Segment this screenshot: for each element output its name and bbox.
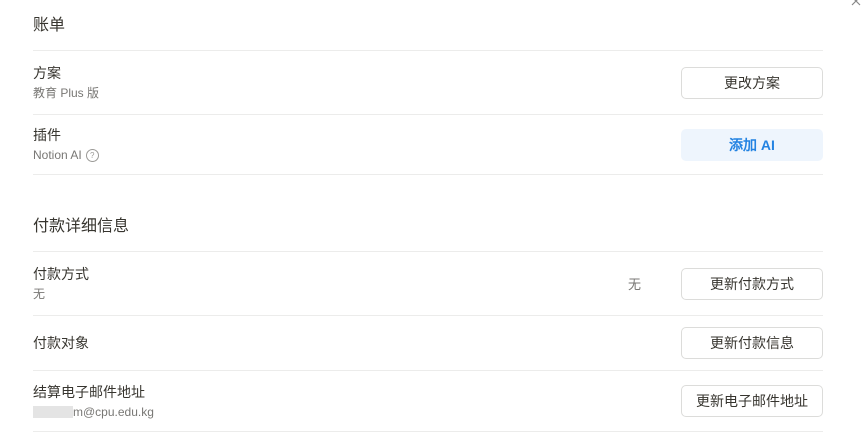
payment-method-value-text: 无 <box>33 287 46 301</box>
addon-row: 插件 Notion AI ? 添加 AI <box>33 115 823 175</box>
addon-actions: 添加 AI <box>681 128 823 161</box>
billing-email-label: 结算电子邮件地址 <box>33 383 145 400</box>
plan-value-text: 教育 Plus 版 <box>33 86 100 100</box>
billing-settings-page: 账单 方案 教育 Plus 版 更改方案 插件 Notion AI ? 添加 A… <box>0 0 867 440</box>
plan-row: 方案 教育 Plus 版 更改方案 <box>33 51 823 115</box>
billing-email-row: 结算电子邮件地址 m@cpu.edu.kg 更新电子邮件地址 <box>33 371 823 432</box>
payment-method-value: 无 <box>33 286 89 302</box>
billing-email-value-text: m@cpu.edu.kg <box>73 404 154 419</box>
plan-actions: 更改方案 <box>681 66 823 99</box>
payment-method-right-value: 无 <box>627 277 641 292</box>
close-icon[interactable] <box>849 0 863 8</box>
payment-method-row: 付款方式 无 无 更新付款方式 <box>33 252 823 316</box>
billing-email-actions: 更新电子邮件地址 <box>681 385 823 417</box>
add-ai-button[interactable]: 添加 AI <box>681 128 823 161</box>
billed-to-label: 付款对象 <box>33 335 89 351</box>
payment-section-title: 付款详细信息 <box>33 201 823 252</box>
update-payment-info-button[interactable]: 更新付款信息 <box>681 327 823 359</box>
payment-method-actions: 无 更新付款方式 <box>627 267 823 300</box>
billing-section: 账单 方案 教育 Plus 版 更改方案 插件 Notion AI ? 添加 A… <box>33 0 823 175</box>
plan-label: 方案 <box>33 65 61 81</box>
billing-email-info: 结算电子邮件地址 m@cpu.edu.kg <box>33 383 154 420</box>
update-email-button[interactable]: 更新电子邮件地址 <box>681 385 823 417</box>
payment-section: 付款详细信息 付款方式 无 无 更新付款方式 付款对象 更新付款信息 结算电子邮… <box>33 201 823 432</box>
plan-value: 教育 Plus 版 <box>33 85 99 101</box>
billing-email-value: m@cpu.edu.kg <box>33 404 154 420</box>
redacted-block <box>33 405 73 418</box>
update-payment-method-button[interactable]: 更新付款方式 <box>681 267 823 300</box>
help-circle-icon[interactable]: ? <box>85 148 99 162</box>
billing-section-title: 账单 <box>33 0 823 51</box>
plan-info: 方案 教育 Plus 版 <box>33 64 99 101</box>
billed-to-row: 付款对象 更新付款信息 <box>33 316 823 371</box>
billed-to-actions: 更新付款信息 <box>681 327 823 359</box>
addon-value-text: Notion AI <box>33 148 82 162</box>
change-plan-button[interactable]: 更改方案 <box>681 66 823 99</box>
addon-info: 插件 Notion AI ? <box>33 126 99 163</box>
billed-to-info: 付款对象 <box>33 334 89 352</box>
payment-method-label: 付款方式 <box>33 266 89 282</box>
addon-value: Notion AI ? <box>33 147 99 163</box>
addon-label: 插件 <box>33 127 61 143</box>
payment-method-info: 付款方式 无 <box>33 265 89 302</box>
